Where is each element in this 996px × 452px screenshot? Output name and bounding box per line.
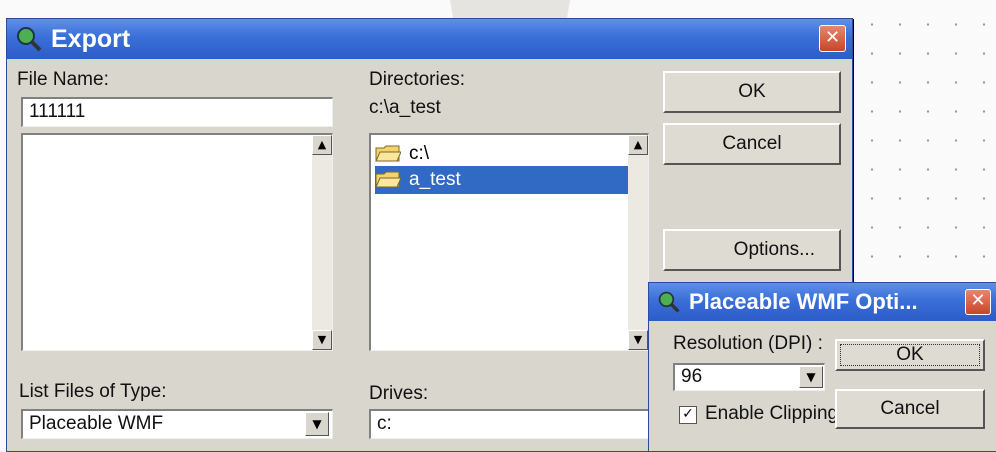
wmf-title: Placeable WMF Opti... <box>689 289 918 314</box>
scroll-down-button[interactable]: ▼ <box>312 330 332 350</box>
enable-clipping-label: Enable Clipping <box>705 403 839 424</box>
close-icon[interactable]: ✕ <box>819 25 846 52</box>
close-icon[interactable]: ✕ <box>965 289 991 315</box>
list-files-label: List Files of Type: <box>19 381 167 402</box>
drives-label: Drives: <box>369 383 429 404</box>
enable-clipping-checkbox[interactable]: ✓ <box>679 406 697 424</box>
directory-item-a-test[interactable]: a_test <box>375 166 641 194</box>
directory-item-label: a_test <box>409 169 461 190</box>
scroll-up-button[interactable]: ▲ <box>312 135 332 155</box>
magnifier-globe-icon <box>658 291 680 313</box>
file-list[interactable]: ▲ ▼ <box>21 133 333 351</box>
drive-select[interactable]: c: <box>369 409 649 439</box>
file-list-scrollbar[interactable]: ▲ ▼ <box>312 135 332 350</box>
cancel-button[interactable]: Cancel <box>663 123 841 165</box>
directories-label: Directories: <box>369 69 466 90</box>
folder-open-icon <box>375 145 401 162</box>
directory-item-root[interactable]: c:\ <box>375 140 625 168</box>
folder-open-icon <box>375 171 401 188</box>
resolution-dropdown-button[interactable]: ▼ <box>799 366 823 388</box>
export-titlebar[interactable]: Export ✕ <box>7 19 852 59</box>
wmf-ok-button[interactable]: OK <box>835 339 985 371</box>
file-name-label: File Name: <box>17 69 109 90</box>
file-type-dropdown-button[interactable]: ▼ <box>305 412 329 436</box>
magnifier-globe-icon <box>17 27 42 52</box>
resolution-label: Resolution (DPI) : <box>673 333 823 354</box>
export-title: Export <box>51 24 131 53</box>
file-type-select[interactable]: Placeable WMF <box>21 409 333 439</box>
scroll-up-button[interactable]: ▲ <box>628 135 648 155</box>
options-button[interactable]: Options... <box>663 229 841 271</box>
directory-item-label: c:\ <box>409 143 430 164</box>
scroll-down-button[interactable]: ▼ <box>628 330 648 350</box>
wmf-cancel-button[interactable]: Cancel <box>835 389 985 429</box>
ok-button[interactable]: OK <box>663 71 841 113</box>
file-name-input[interactable]: 111111 <box>21 97 333 127</box>
current-directory: c:\a_test <box>369 97 441 118</box>
wmf-options-dialog: Placeable WMF Opti... ✕ Resolution (DPI)… <box>648 282 996 452</box>
wmf-titlebar[interactable]: Placeable WMF Opti... ✕ <box>649 283 996 321</box>
directory-list-scrollbar[interactable]: ▲ ▼ <box>628 135 648 350</box>
directory-list[interactable]: c:\ a_test ▲ ▼ <box>369 133 649 351</box>
dot-grid <box>858 10 996 280</box>
